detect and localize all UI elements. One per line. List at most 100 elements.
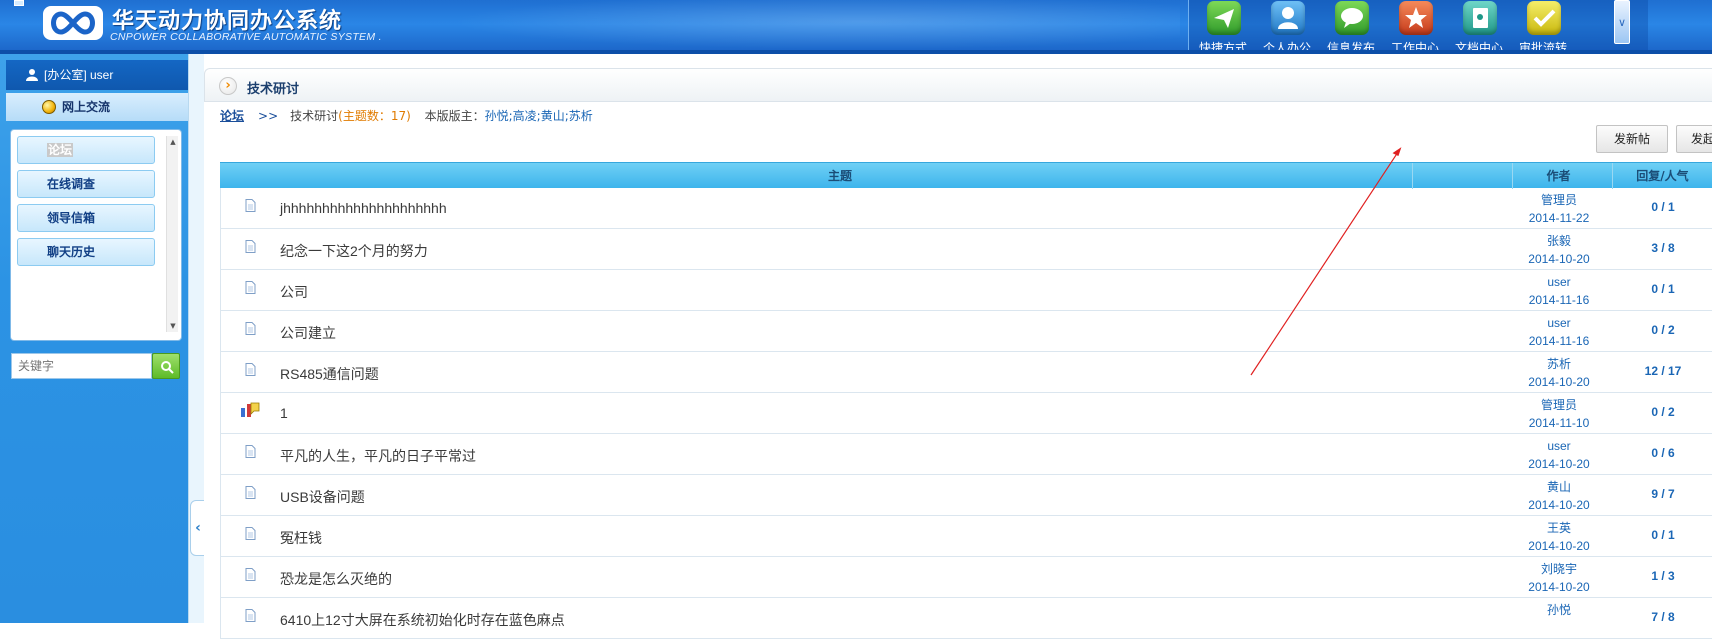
search-button[interactable]	[152, 353, 180, 379]
breadcrumb-forum-link[interactable]: 论坛	[220, 109, 244, 123]
author-name-link[interactable]: 管理员	[1513, 396, 1605, 414]
table-row[interactable]: 公司建立 user 2014-11-16 0 / 2	[220, 311, 1712, 352]
topic-subject-link[interactable]: 平凡的人生，平凡的日子平常过	[280, 446, 476, 466]
keyword-search-input[interactable]	[11, 353, 152, 379]
author-name-link[interactable]: 苏析	[1513, 355, 1605, 373]
table-row[interactable]: RS485通信问题 苏析 2014-10-20 12 / 17	[220, 352, 1712, 393]
paper-plane-icon	[1207, 1, 1241, 35]
table-row[interactable]: 6410上12寸大屏在系统初始化时存在蓝色麻点 孙悦 7 / 8	[220, 598, 1712, 639]
topic-author: user 2014-11-16	[1513, 273, 1605, 309]
replies-views: 7 / 8	[1651, 610, 1675, 624]
table-body: jhhhhhhhhhhhhhhhhhhhhh 管理员 2014-11-22 0 / 1…	[220, 188, 1712, 639]
new-post-button[interactable]: 发新帖	[1596, 125, 1668, 153]
moderators-list[interactable]: 孙悦;高凌;黄山;苏析	[485, 109, 593, 123]
replies-views: 0 / 1	[1651, 528, 1675, 542]
topic-subject-link[interactable]: USB设备问题	[280, 487, 365, 507]
author-name-link[interactable]: 刘晓宇	[1513, 560, 1605, 578]
document-icon	[245, 527, 256, 540]
new-poll-button[interactable]: 发起投票	[1676, 125, 1712, 153]
table-row[interactable]: 恐龙是怎么灭绝的 刘晓宇 2014-10-20 1 / 3	[220, 557, 1712, 598]
sidebar: [办公室] user 网上交流 论坛 在线调查 领导信箱 聊天历史 ▲ ▼	[0, 54, 188, 623]
speech-bubble-icon	[1335, 1, 1369, 35]
table-row[interactable]: 1 管理员 2014-11-10 0 / 2	[220, 393, 1712, 434]
table-row[interactable]: 公司 user 2014-11-16 0 / 1	[220, 270, 1712, 311]
topic-subject-link[interactable]: 公司建立	[280, 323, 336, 343]
document-icon	[245, 568, 256, 581]
sidebar-section-online-exchange[interactable]: 网上交流	[6, 93, 188, 121]
nav-shortcuts[interactable]: 快捷方式	[1189, 0, 1257, 54]
nav-info-publish[interactable]: 信息发布	[1317, 0, 1385, 54]
topic-author: 张毅 2014-10-20	[1513, 232, 1605, 268]
author-name-link[interactable]: 孙悦	[1513, 601, 1605, 619]
nav-label: 文档中心	[1454, 41, 1503, 54]
document-icon	[245, 486, 256, 499]
post-date: 2014-10-20	[1528, 580, 1590, 594]
post-date: 2014-11-22	[1528, 211, 1590, 225]
replies-views: 0 / 1	[1651, 200, 1675, 214]
logo-icon	[43, 6, 103, 40]
column-header-subject: 主题	[827, 169, 852, 183]
topic-subject-link[interactable]: 公司	[280, 282, 308, 302]
topic-subject-link[interactable]: 1	[280, 405, 288, 421]
sidebar-item-chat-history[interactable]: 聊天历史	[17, 238, 155, 266]
scroll-up-icon[interactable]: ▲	[167, 136, 179, 148]
topic-subject-link[interactable]: 冤枉钱	[280, 528, 322, 548]
replies-views: 1 / 3	[1651, 569, 1675, 583]
topic-subject-link[interactable]: RS485通信问题	[280, 364, 379, 384]
topic-author: 王英 2014-10-20	[1513, 519, 1605, 555]
nav-personal-office[interactable]: 个人办公	[1253, 0, 1321, 54]
current-user: [办公室] user	[6, 60, 188, 90]
table-row[interactable]: USB设备问题 黄山 2014-10-20 9 / 7	[220, 475, 1712, 516]
topic-subject-link[interactable]: 6410上12寸大屏在系统初始化时存在蓝色麻点	[280, 610, 565, 630]
table-row[interactable]: 纪念一下这2个月的努力 张毅 2014-10-20 3 / 8	[220, 229, 1712, 270]
breadcrumb-current: 技术研讨	[290, 109, 339, 123]
replies-views: 0 / 6	[1651, 446, 1675, 460]
topic-subject-link[interactable]: jhhhhhhhhhhhhhhhhhhhhh	[280, 200, 447, 216]
author-name-link[interactable]: user	[1513, 273, 1605, 291]
scroll-down-icon[interactable]: ▼	[167, 320, 179, 332]
post-date: 2014-11-16	[1528, 293, 1590, 307]
topic-subject-link[interactable]: 纪念一下这2个月的努力	[280, 241, 428, 261]
nav-label: 审批流转	[1518, 41, 1567, 54]
window-corner-icon	[14, 0, 24, 6]
column-divider	[1412, 163, 1413, 189]
post-date: 2014-10-20	[1528, 457, 1590, 471]
author-name-link[interactable]: user	[1513, 314, 1605, 332]
sidebar-item-leader-mailbox[interactable]: 领导信箱	[17, 204, 155, 232]
chevron-down-icon[interactable]: ∨	[1614, 0, 1630, 44]
sidebar-item-label: 论坛	[47, 143, 74, 157]
table-header: 主题 作者 回复/人气	[220, 162, 1712, 189]
column-header-author: 作者	[1512, 163, 1604, 189]
current-user-label: [办公室] user	[44, 68, 114, 82]
nav-document-center[interactable]: 文档中心	[1445, 0, 1513, 54]
topic-subject-link[interactable]: 恐龙是怎么灭绝的	[280, 569, 392, 589]
topic-author: 管理员 2014-11-22	[1513, 191, 1605, 227]
sidebar-item-forum[interactable]: 论坛	[17, 136, 155, 164]
checkmark-icon	[1527, 1, 1561, 35]
nav-approval-flow[interactable]: 审批流转	[1509, 0, 1577, 54]
author-name-link[interactable]: 张毅	[1513, 232, 1605, 250]
post-date: 2014-10-20	[1528, 252, 1590, 266]
replies-views: 12 / 17	[1644, 364, 1682, 378]
table-row[interactable]: 冤枉钱 王英 2014-10-20 0 / 1	[220, 516, 1712, 557]
sidebar-item-online-survey[interactable]: 在线调查	[17, 170, 155, 198]
author-name-link[interactable]: 黄山	[1513, 478, 1605, 496]
sidebar-scrollbar[interactable]: ▲ ▼	[166, 136, 178, 332]
nav-work-center[interactable]: 工作中心	[1381, 0, 1449, 54]
sidebar-item-label: 在线调查	[47, 177, 96, 191]
author-name-link[interactable]: 管理员	[1513, 191, 1605, 209]
topic-author: 苏析 2014-10-20	[1513, 355, 1605, 391]
table-row[interactable]: 平凡的人生，平凡的日子平常过 user 2014-10-20 0 / 6	[220, 434, 1712, 475]
document-icon	[245, 199, 256, 212]
replies-views: 0 / 2	[1651, 323, 1675, 337]
author-name-link[interactable]: 王英	[1513, 519, 1605, 537]
table-row[interactable]: jhhhhhhhhhhhhhhhhhhhhh 管理员 2014-11-22 0 / 1	[220, 188, 1712, 229]
top-nav: 快捷方式 个人办公 信息发布 工作中心 文档中心 审批流转	[1188, 0, 1648, 54]
post-date: 2014-11-16	[1528, 334, 1590, 348]
nav-label: 信息发布	[1326, 41, 1375, 54]
post-date: 2014-10-20	[1528, 498, 1590, 512]
author-name-link[interactable]: user	[1513, 437, 1605, 455]
post-date: 2014-10-20	[1528, 539, 1590, 553]
nav-label: 快捷方式	[1198, 41, 1247, 54]
person-icon	[1271, 1, 1305, 35]
